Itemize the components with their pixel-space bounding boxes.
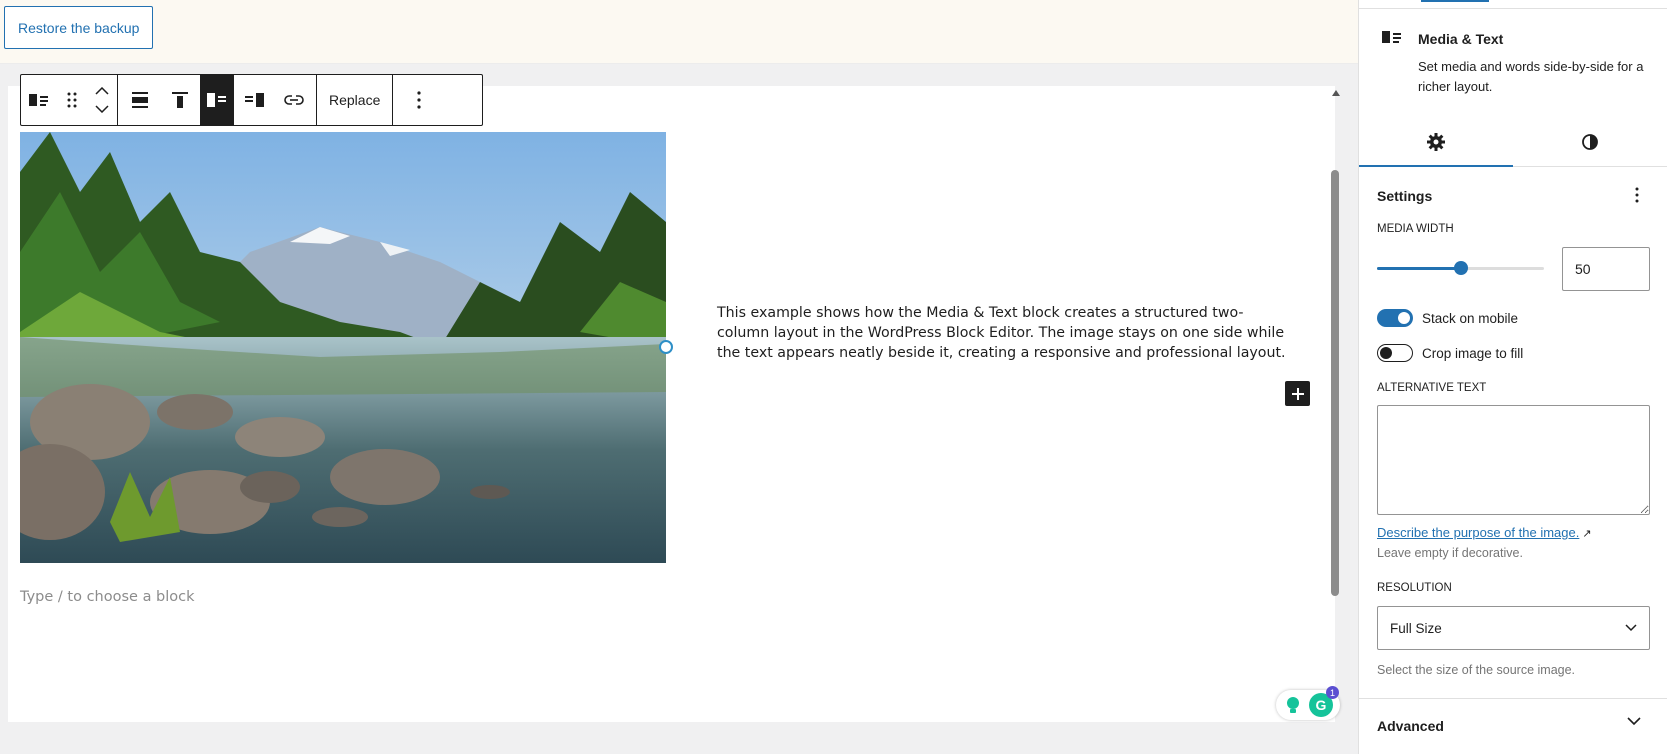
alt-text-help-link[interactable]: Describe the purpose of the image. ↗ bbox=[1377, 525, 1592, 540]
tab-settings[interactable] bbox=[1359, 118, 1513, 167]
half-circle-icon bbox=[1582, 134, 1598, 150]
link-icon bbox=[284, 95, 304, 105]
toolbar-group-replace: Replace bbox=[317, 75, 394, 125]
block-type-button[interactable] bbox=[21, 75, 57, 125]
stack-on-mobile-row: Stack on mobile bbox=[1377, 309, 1518, 327]
resolution-label: RESOLUTION bbox=[1377, 582, 1452, 594]
align-wide-icon bbox=[132, 92, 148, 108]
media-text-icon bbox=[29, 94, 48, 106]
media-width-input[interactable] bbox=[1562, 247, 1650, 291]
advanced-panel-title: Advanced bbox=[1377, 718, 1444, 734]
plus-icon bbox=[1291, 387, 1304, 400]
chevron-down-icon bbox=[95, 105, 109, 113]
scroll-thumb[interactable] bbox=[1331, 170, 1339, 596]
tab-divider bbox=[1359, 8, 1667, 9]
move-down-button[interactable] bbox=[87, 100, 117, 118]
media-width-slider[interactable] bbox=[1377, 261, 1544, 275]
grammarly-widget[interactable]: G 1 bbox=[1276, 686, 1340, 720]
external-link-icon: ↗ bbox=[1582, 528, 1592, 540]
active-tab-indicator bbox=[1421, 0, 1489, 2]
slider-fill bbox=[1377, 267, 1461, 270]
toggle-knob bbox=[1380, 347, 1392, 359]
toolbar-group-align bbox=[118, 75, 317, 125]
chevron-up-icon bbox=[95, 87, 109, 95]
move-up-button[interactable] bbox=[87, 82, 117, 100]
link-button[interactable] bbox=[274, 75, 314, 125]
stack-on-mobile-label: Stack on mobile bbox=[1422, 310, 1519, 326]
align-button[interactable] bbox=[120, 75, 160, 125]
restore-backup-button[interactable]: Restore the backup bbox=[4, 6, 154, 49]
inspector-tabs bbox=[1359, 118, 1667, 167]
alt-text-help: Leave empty if decorative. bbox=[1377, 546, 1523, 560]
toolbar-group-block bbox=[21, 75, 118, 125]
drag-handle-icon bbox=[67, 92, 77, 108]
media-text-icon bbox=[1382, 31, 1401, 43]
toggle-knob bbox=[1398, 312, 1410, 324]
media-left-icon bbox=[207, 93, 226, 107]
media-text-content[interactable]: This example shows how the Media & Text … bbox=[717, 303, 1287, 363]
editor-area: Restore the backup Replace This example … bbox=[0, 0, 1358, 754]
block-mover bbox=[87, 75, 117, 125]
media-resize-handle[interactable] bbox=[659, 340, 673, 354]
block-card-description: Set media and words side-by-side for a r… bbox=[1418, 59, 1644, 94]
align-top-icon bbox=[172, 92, 188, 108]
block-card-title: Media & Text bbox=[1418, 31, 1504, 47]
landscape-photo bbox=[20, 132, 666, 563]
crop-image-toggle[interactable] bbox=[1377, 344, 1413, 362]
media-right-icon bbox=[245, 93, 264, 107]
grammarly-badge: 1 bbox=[1326, 686, 1339, 699]
more-vertical-icon bbox=[417, 91, 421, 109]
alt-text-help-link-label: Describe the purpose of the image. bbox=[1377, 525, 1580, 540]
alt-text-label: ALTERNATIVE TEXT bbox=[1377, 382, 1487, 394]
canvas-scrollbar[interactable] bbox=[1329, 88, 1341, 718]
advanced-panel-toggle[interactable]: Advanced bbox=[1359, 698, 1667, 754]
replace-button[interactable]: Replace bbox=[317, 75, 392, 125]
gear-icon bbox=[1427, 133, 1445, 151]
settings-panel-title: Settings bbox=[1377, 188, 1433, 204]
chevron-down-icon bbox=[1627, 717, 1641, 726]
backup-notice: Restore the backup bbox=[0, 0, 1358, 64]
stack-on-mobile-toggle[interactable] bbox=[1377, 309, 1413, 327]
resolution-help: Select the size of the source image. bbox=[1377, 663, 1576, 677]
block-toolbar: Replace bbox=[20, 74, 483, 126]
block-options-button[interactable] bbox=[393, 75, 445, 125]
media-right-button[interactable] bbox=[234, 75, 274, 125]
vertical-align-button[interactable] bbox=[160, 75, 200, 125]
default-block-appender[interactable]: Type / to choose a block bbox=[20, 589, 195, 605]
lightbulb-icon[interactable] bbox=[1283, 695, 1303, 715]
drag-handle[interactable] bbox=[57, 75, 87, 125]
block-inserter-button[interactable] bbox=[1285, 381, 1310, 406]
grammarly-letter: G bbox=[1315, 697, 1327, 713]
alt-text-field[interactable] bbox=[1377, 405, 1650, 515]
chevron-down-icon bbox=[1625, 624, 1637, 632]
block-inspector-sidebar: Media & Text Set media and words side-by… bbox=[1358, 0, 1667, 754]
media-left-button[interactable] bbox=[200, 75, 234, 125]
toolbar-group-options bbox=[393, 75, 445, 125]
crop-image-row: Crop image to fill bbox=[1377, 344, 1523, 362]
more-vertical-icon bbox=[1635, 187, 1639, 203]
tab-styles[interactable] bbox=[1513, 118, 1667, 166]
resolution-select[interactable]: Full Size bbox=[1377, 606, 1650, 650]
settings-options-button[interactable] bbox=[1625, 183, 1649, 207]
slider-thumb[interactable] bbox=[1453, 261, 1468, 275]
resolution-selected-value: Full Size bbox=[1390, 620, 1442, 636]
crop-image-label: Crop image to fill bbox=[1422, 345, 1524, 361]
media-image[interactable] bbox=[20, 132, 666, 563]
scroll-up-arrow[interactable] bbox=[1332, 90, 1340, 96]
media-width-label: MEDIA WIDTH bbox=[1377, 223, 1454, 235]
grammarly-icon[interactable]: G 1 bbox=[1309, 686, 1339, 717]
